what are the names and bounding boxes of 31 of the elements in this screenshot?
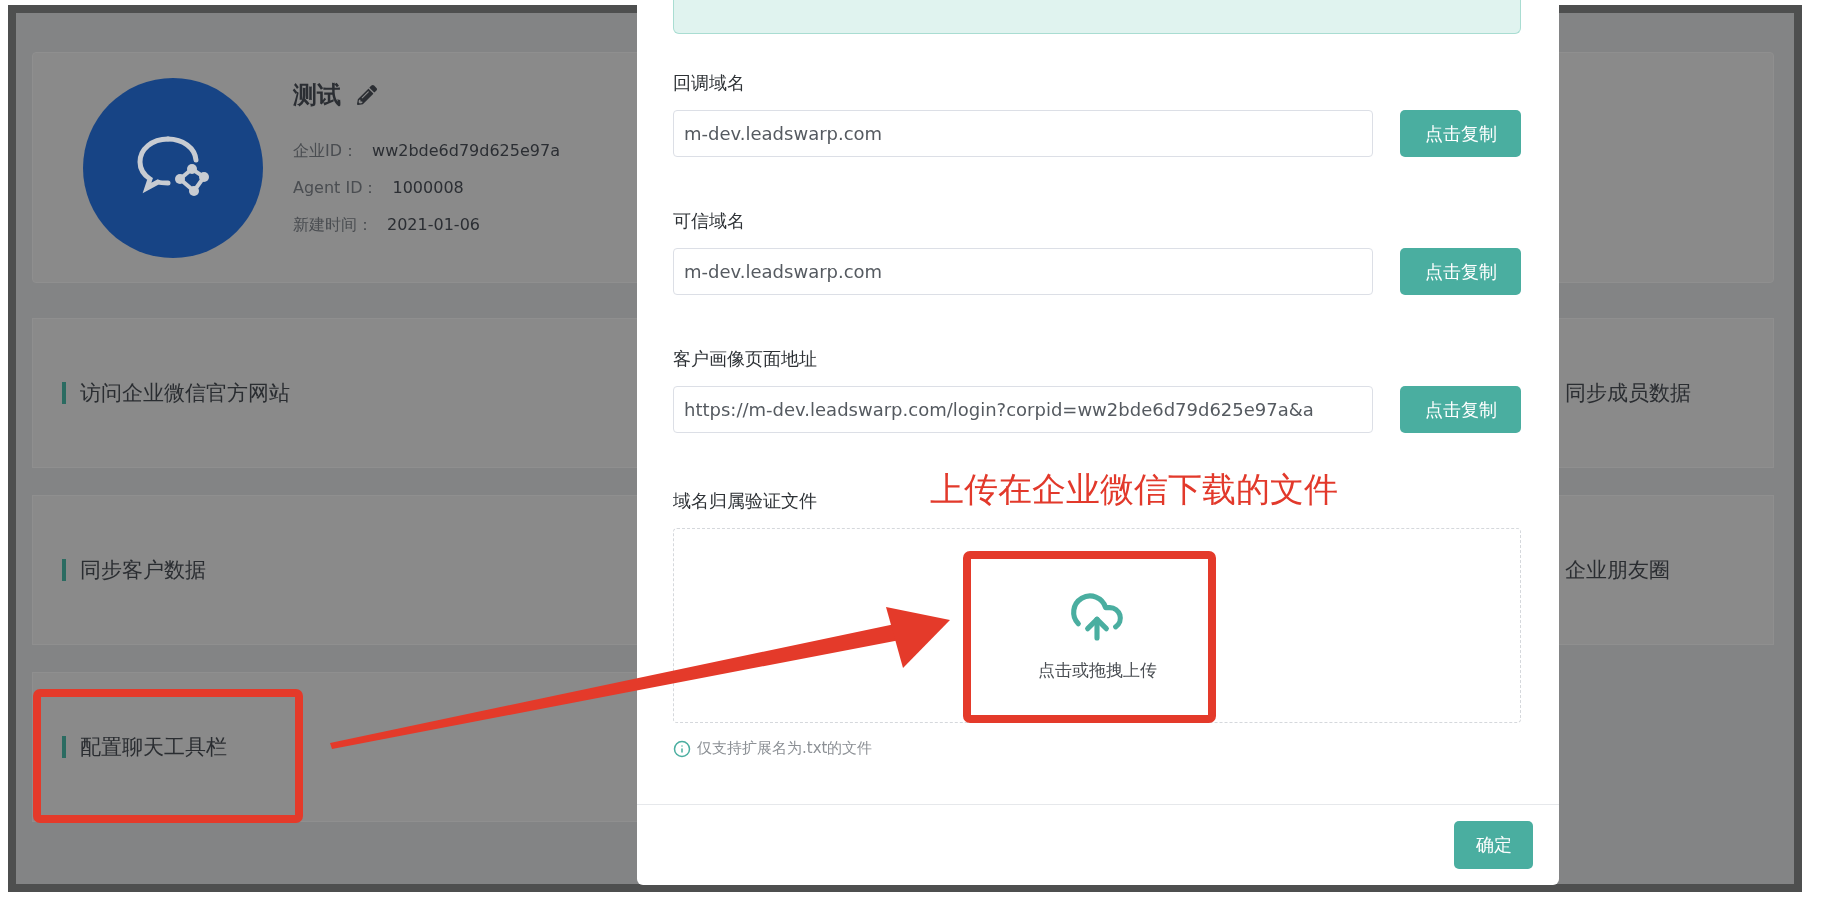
field-label: 回调域名: [673, 71, 745, 95]
input-field[interactable]: m-dev.leadswarp.com: [673, 248, 1373, 295]
copy-button[interactable]: 点击复制: [1400, 110, 1521, 157]
input-field[interactable]: https://m-dev.leadswarp.com/login?corpid=ww2bde6d79d625e97a&a: [673, 386, 1373, 433]
field-value: 2021-01-06: [387, 215, 480, 236]
accent-bar: [62, 559, 66, 581]
app-name: 测试: [293, 80, 341, 111]
info-icon: [673, 739, 691, 758]
annotation-text: 上传在企业微信下载的文件: [930, 468, 1338, 511]
copy-button[interactable]: 点击复制: [1400, 248, 1521, 295]
edit-icon[interactable]: [357, 85, 377, 105]
accent-bar: [62, 382, 66, 404]
field-label: 企业ID：: [293, 141, 359, 162]
field-label: 客户画像页面地址: [673, 347, 817, 371]
confirm-button[interactable]: 确定: [1454, 821, 1533, 869]
field-value: 1000008: [392, 178, 464, 199]
card-title: 企业朋友圈: [1565, 557, 1670, 584]
input-field[interactable]: m-dev.leadswarp.com: [673, 110, 1373, 157]
upload-prompt: 点击或拖拽上传: [1037, 659, 1157, 682]
copy-button[interactable]: 点击复制: [1400, 386, 1521, 433]
hint-text: 仅支持扩展名为.txt的文件: [697, 739, 873, 758]
card-title: 同步成员数据: [1565, 380, 1691, 407]
field-value: ww2bde6d79d625e97a: [372, 141, 560, 162]
card-title: 同步客户数据: [80, 557, 206, 584]
field-label: 可信域名: [673, 209, 745, 233]
field-label: 新建时间：: [293, 215, 373, 236]
card-title: 访问企业微信官方网站: [80, 380, 290, 407]
field-label: 域名归属验证文件: [673, 489, 817, 513]
accent-bar: [62, 736, 66, 758]
field-label: Agent ID：: [293, 178, 379, 199]
card-title: 配置聊天工具栏: [80, 734, 227, 761]
